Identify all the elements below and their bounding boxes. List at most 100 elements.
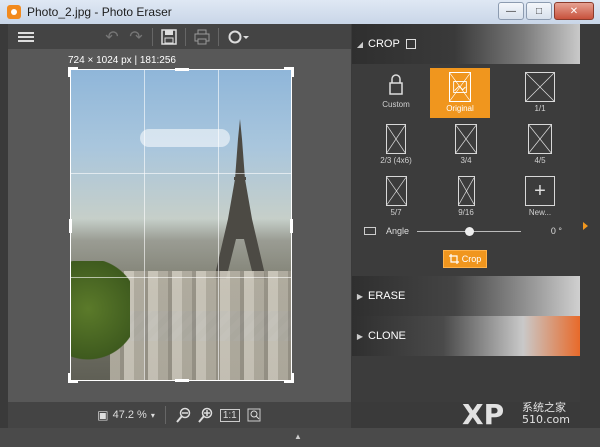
app-icon [7, 5, 21, 19]
ratio-box-icon [525, 72, 555, 102]
watermark-logo: XP [462, 398, 505, 431]
ratio-5-7[interactable]: 5/7 [366, 172, 426, 220]
angle-icon [364, 227, 376, 235]
save-button[interactable] [157, 24, 181, 49]
rotate-button[interactable] [223, 24, 253, 49]
fit-to-window-button[interactable] [246, 405, 262, 425]
crop-handle-right[interactable] [290, 219, 293, 233]
ratio-box-icon [386, 124, 406, 154]
ratio-box-icon [528, 124, 552, 154]
close-button[interactable]: ✕ [554, 2, 594, 20]
toolbar-divider [152, 27, 153, 46]
hamburger-icon [18, 30, 34, 44]
erase-section-title: ERASE [368, 290, 406, 302]
crop-icon [448, 254, 459, 264]
ratio-new[interactable]: + New... [510, 172, 570, 220]
crop-section-title: CROP [368, 38, 400, 50]
ratio-2-3[interactable]: 2/3 (4x6) [366, 120, 426, 168]
undo-button[interactable]: ↶ [100, 24, 124, 49]
ratio-4-5[interactable]: 4/5 [510, 120, 570, 168]
crop-button-label: Crop [461, 254, 482, 264]
ratio-9-16[interactable]: 9/16 [436, 172, 496, 220]
angle-label: Angle [386, 226, 410, 236]
fit-window-icon [247, 408, 261, 422]
redo-icon: ↷ [129, 28, 143, 46]
minimize-button[interactable]: — [498, 2, 524, 20]
image-dimensions: 724 × 1024 px | 181:256 [68, 55, 176, 66]
ratio-label: 5/7 [390, 208, 402, 217]
crop-frame[interactable] [68, 67, 294, 383]
crop-handle-bottom-left[interactable] [68, 373, 78, 383]
print-icon [194, 29, 210, 44]
window-title: Photo_2.jpg - Photo Eraser [27, 5, 172, 19]
ratio-box-icon [457, 176, 475, 206]
expand-up-icon[interactable]: ▲ [294, 432, 302, 441]
maximize-button[interactable]: □ [526, 2, 552, 20]
fit-screen-icon: ▣ [97, 408, 109, 422]
ratio-custom[interactable]: Custom [366, 68, 426, 116]
crop-button[interactable]: Crop [443, 250, 487, 268]
lock-icon [385, 72, 407, 98]
zoom-in-button[interactable] [198, 405, 214, 425]
zoom-divider [164, 406, 166, 424]
expand-arrow-icon: ▶ [356, 291, 364, 301]
crop-handle-top-right[interactable] [284, 67, 294, 77]
ratio-label: New... [528, 208, 552, 217]
erase-section-header[interactable]: ▶ ERASE [352, 276, 580, 316]
crop-handle-bottom[interactable] [175, 379, 189, 382]
ratio-3-4[interactable]: 3/4 [436, 120, 496, 168]
actual-size-icon: 1:1 [219, 408, 240, 422]
panel-toggle-arrow-icon[interactable] [583, 222, 588, 230]
rotate-icon [228, 30, 249, 43]
menu-button[interactable] [8, 24, 44, 49]
actual-size-button[interactable]: 1:1 [219, 405, 240, 425]
crop-handle-top-left[interactable] [68, 67, 78, 77]
ratio-label: Original [446, 104, 474, 113]
ratio-original[interactable]: Original [430, 68, 490, 118]
expand-arrow-icon: ▶ [356, 331, 364, 341]
collapse-arrow-icon: ◢ [356, 39, 364, 49]
ratio-label: 3/4 [460, 156, 472, 165]
watermark-site: 系统之家 510.com [522, 401, 570, 426]
angle-slider[interactable] [417, 226, 522, 236]
zoom-level-select[interactable]: ▣ 47.2 % ▾ [97, 405, 155, 425]
title-bar: Photo_2.jpg - Photo Eraser — □ ✕ [0, 0, 600, 24]
chevron-down-icon: ▾ [150, 410, 155, 420]
image-icon [449, 72, 471, 102]
toolbar-divider [185, 27, 186, 46]
crop-handle-left[interactable] [69, 219, 72, 233]
ratio-box-icon [455, 124, 477, 154]
main-toolbar: ↶ ↷ [8, 24, 351, 49]
plus-icon: + [525, 176, 555, 206]
crop-handle-top[interactable] [175, 68, 189, 71]
angle-slider-thumb[interactable] [465, 226, 475, 236]
clone-section-title: CLONE [368, 330, 406, 342]
zoom-bar: ▣ 47.2 % ▾ 1:1 [8, 402, 351, 428]
angle-value: 0 ° [550, 226, 562, 236]
watermark: XP 系统之家 510.com [462, 398, 570, 431]
print-button[interactable] [190, 24, 214, 49]
toolbar-divider [218, 27, 219, 46]
ratio-label: 4/5 [534, 156, 546, 165]
ratio-label: 2/3 (4x6) [380, 156, 412, 165]
crop-section-header[interactable]: ◢ CROP [352, 24, 580, 64]
status-bar: ▲ [0, 428, 600, 447]
crop-icon [405, 39, 416, 49]
clone-section-header[interactable]: ▶ CLONE [352, 316, 580, 356]
crop-handle-bottom-right[interactable] [284, 373, 294, 383]
ratio-label: Custom [382, 100, 410, 109]
save-icon [161, 28, 177, 45]
zoom-in-icon [198, 407, 213, 423]
ratio-box-icon [385, 176, 407, 206]
ratio-1-1[interactable]: 1/1 [510, 68, 570, 116]
zoom-out-icon [176, 407, 191, 423]
zoom-out-button[interactable] [176, 405, 192, 425]
image-canvas[interactable]: 724 × 1024 px | 181:256 [8, 49, 351, 402]
angle-control: Angle 0 ° [364, 224, 574, 238]
panel-edge [580, 24, 600, 428]
undo-icon: ↶ [105, 28, 119, 46]
ratio-label: 1/1 [534, 104, 546, 113]
ratio-label: 9/16 [458, 208, 474, 217]
redo-button[interactable]: ↷ [124, 24, 148, 49]
tools-panel: ◢ CROP Custom Original 1/1 2/3 (4x6) 3/4… [352, 24, 580, 402]
